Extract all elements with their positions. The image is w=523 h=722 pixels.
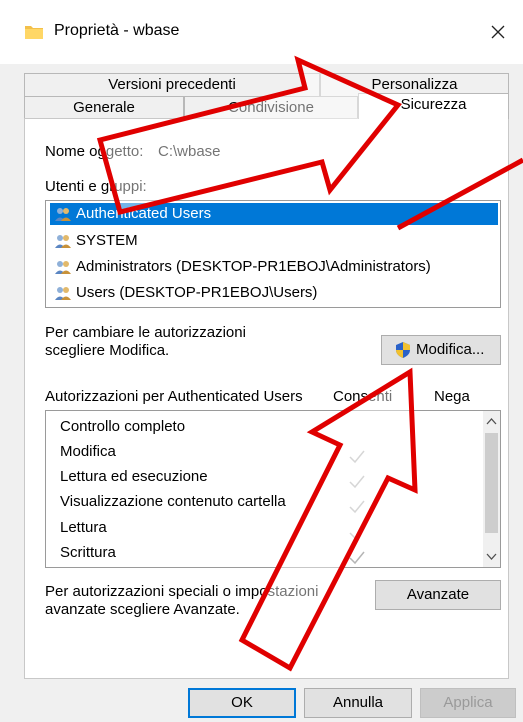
edit-permissions-button[interactable]: Modifica... (381, 335, 501, 365)
table-row: Visualizzazione contenuto cartella (60, 493, 286, 510)
advanced-hint-line1: Per autorizzazioni speciali o impostazio… (45, 583, 319, 600)
users-icon (55, 208, 71, 221)
object-name-value: C:\wbase (158, 143, 221, 160)
apply-button[interactable]: Applica (420, 688, 516, 718)
allow-column-header: Consenti (333, 388, 393, 405)
table-row: Lettura (60, 519, 107, 536)
users-list[interactable]: Authenticated Users SYSTEM Administrator… (45, 200, 501, 308)
advanced-button[interactable]: Avanzate (375, 580, 501, 610)
close-icon[interactable] (480, 14, 516, 50)
permissions-list: Controllo completo Modifica Lettura ed e… (45, 410, 501, 568)
deny-column-header: Nega (434, 388, 470, 405)
check-icon (349, 526, 365, 540)
tab-sicurezza[interactable]: Sicurezza (358, 93, 509, 119)
ok-button[interactable]: OK (188, 688, 296, 718)
list-item[interactable]: Users (DESKTOP-PR1EBOJ\Users) (50, 282, 498, 304)
table-row: Lettura ed esecuzione (60, 468, 208, 485)
check-icon (349, 450, 365, 464)
edit-hint-line1: Per cambiare le autorizzazioni (45, 324, 246, 341)
window-title: Proprietà - wbase (54, 22, 180, 39)
list-item[interactable]: SYSTEM (50, 230, 498, 252)
edit-hint-line2: scegliere Modifica. (45, 342, 170, 359)
list-item[interactable]: Authenticated Users (50, 203, 498, 225)
title-bar: Proprietà - wbase (0, 0, 523, 64)
folder-icon (25, 26, 43, 39)
tab-versioni-precedenti[interactable]: Versioni precedenti (24, 73, 320, 97)
tab-generale[interactable]: Generale (24, 96, 184, 119)
object-name-label: Nome oggetto: (45, 143, 144, 160)
check-icon (349, 551, 365, 565)
users-icon (55, 287, 71, 300)
chevron-up-icon[interactable] (483, 413, 500, 431)
chevron-down-icon[interactable] (483, 547, 500, 565)
table-row: Scrittura (60, 544, 116, 561)
cancel-button[interactable]: Annulla (304, 688, 412, 718)
users-icon (55, 235, 71, 248)
list-item[interactable]: Administrators (DESKTOP-PR1EBOJ\Administ… (50, 256, 498, 278)
tab-condivisione[interactable]: Condivisione (184, 96, 358, 119)
permissions-scrollbar[interactable] (483, 411, 500, 567)
advanced-hint-line2: avanzate scegliere Avanzate. (45, 601, 240, 618)
permissions-header: Autorizzazioni per Authenticated Users (45, 388, 303, 405)
check-icon (349, 475, 365, 489)
users-groups-label: Utenti e gruppi: (45, 178, 147, 195)
uac-shield-icon (396, 342, 410, 358)
scroll-thumb[interactable] (485, 433, 498, 533)
table-row: Modifica (60, 443, 116, 460)
users-icon (55, 261, 71, 274)
table-row: Controllo completo (60, 418, 186, 435)
check-icon (349, 500, 365, 514)
